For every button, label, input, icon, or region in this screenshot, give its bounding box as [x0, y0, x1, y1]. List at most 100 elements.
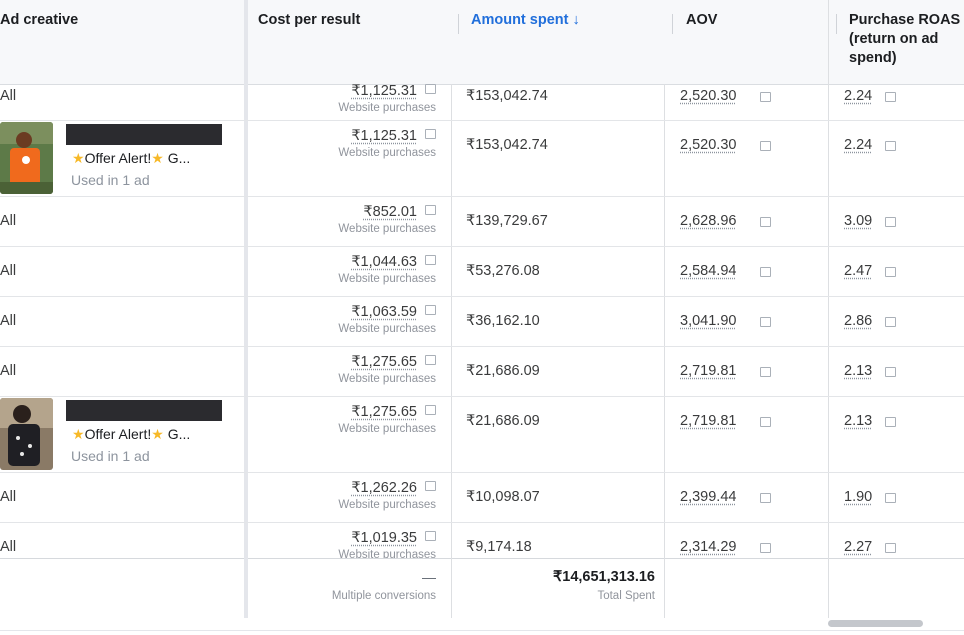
cost-per-result-value[interactable]: ₹1,125.31	[351, 83, 417, 99]
roas-value[interactable]: 2.24	[844, 137, 872, 153]
table-row[interactable]: All ₹852.01 Website purchases ₹139,729.67…	[0, 197, 964, 246]
aov-value[interactable]: 2,628.96	[680, 213, 736, 229]
info-icon[interactable]	[760, 217, 771, 227]
cost-per-result-value[interactable]: ₹1,125.31	[351, 128, 417, 144]
info-icon[interactable]	[425, 304, 436, 315]
info-icon[interactable]	[425, 128, 436, 139]
table-row[interactable]: All ₹1,019.35 Website purchases ₹9,174.18…	[0, 523, 964, 558]
aov-value[interactable]: 2,399.44	[680, 489, 736, 505]
roas-value[interactable]: 2.24	[844, 88, 872, 104]
info-icon[interactable]	[425, 354, 436, 365]
result-type-label: Website purchases	[338, 273, 436, 285]
info-icon[interactable]	[885, 217, 896, 227]
aov-value[interactable]: 2,520.30	[680, 88, 736, 104]
table-row[interactable]: All ₹1,275.65 Website purchases ₹21,686.0…	[0, 347, 964, 396]
total-cost-per-result: —	[422, 569, 436, 585]
info-icon[interactable]	[760, 543, 771, 553]
roas-value[interactable]: 3.09	[844, 213, 872, 229]
horizontal-scrollbar[interactable]	[828, 620, 923, 627]
info-icon[interactable]	[760, 267, 771, 277]
amount-spent-value: ₹153,042.74	[466, 88, 548, 104]
amount-spent-value: ₹21,686.09	[466, 413, 540, 429]
table-row[interactable]: All ₹1,044.63 Website purchases ₹53,276.0…	[0, 247, 964, 296]
cost-per-result-value[interactable]: ₹1,262.26	[351, 480, 417, 496]
aov-value[interactable]: 3,041.90	[680, 313, 736, 329]
ad-creative-all: All	[0, 263, 17, 279]
offer-text: Offer Alert!	[84, 150, 152, 166]
aov-value[interactable]: 2,584.94	[680, 263, 736, 279]
info-icon[interactable]	[760, 367, 771, 377]
table-row[interactable]: All ₹1,125.31 Website purchases ₹153,042.…	[0, 76, 964, 120]
aov-value[interactable]: 2,719.81	[680, 413, 736, 429]
cost-per-result-value[interactable]: ₹852.01	[363, 204, 417, 220]
info-icon[interactable]	[760, 92, 771, 102]
column-divider	[828, 558, 829, 618]
result-type-label: Website purchases	[338, 323, 436, 335]
result-type-label: Website purchases	[338, 373, 436, 385]
info-icon[interactable]	[425, 204, 436, 215]
roas-value[interactable]: 2.47	[844, 263, 872, 279]
ad-creative-all: All	[0, 213, 17, 229]
info-icon[interactable]	[885, 317, 896, 327]
column-resize-handle[interactable]	[836, 14, 837, 34]
info-icon[interactable]	[425, 404, 436, 415]
info-icon[interactable]	[885, 493, 896, 503]
info-icon[interactable]	[760, 141, 771, 151]
info-icon[interactable]	[885, 141, 896, 151]
ad-creative-text[interactable]: ★Offer Alert!★ G...	[72, 426, 190, 443]
column-resize-handle[interactable]	[458, 14, 459, 34]
info-icon[interactable]	[425, 480, 436, 491]
aov-value[interactable]: 2,520.30	[680, 137, 736, 153]
star-icon: ★	[151, 150, 164, 166]
cost-per-result-value[interactable]: ₹1,275.65	[351, 354, 417, 370]
table-row[interactable]: All ₹1,262.26 Website purchases ₹10,098.0…	[0, 473, 964, 522]
ad-creative-text[interactable]: ★Offer Alert!★ G...	[72, 150, 190, 167]
roas-value[interactable]: 2.86	[844, 313, 872, 329]
info-icon[interactable]	[425, 83, 436, 94]
column-resize-handle[interactable]	[672, 14, 673, 34]
ads-report-table: Ad creative Cost per result Amount spent…	[0, 0, 964, 620]
info-icon[interactable]	[885, 267, 896, 277]
cost-per-result-header-label: Cost per result	[258, 12, 361, 28]
offer-text-truncated: G...	[167, 426, 191, 442]
aov-header-label: AOV	[686, 12, 718, 28]
amount-spent-value: ₹139,729.67	[466, 213, 548, 229]
col-header-aov[interactable]: AOV	[686, 0, 816, 84]
table-row[interactable]: ★Offer Alert!★ G... Used in 1 ad ₹1,125.…	[0, 121, 964, 196]
col-header-amount-spent[interactable]: Amount spent ↓	[471, 0, 661, 84]
cost-per-result-value[interactable]: ₹1,019.35	[351, 530, 417, 546]
roas-value[interactable]: 2.13	[844, 363, 872, 379]
roas-value[interactable]: 2.27	[844, 539, 872, 555]
info-icon[interactable]	[760, 493, 771, 503]
info-icon[interactable]	[760, 317, 771, 327]
table-row[interactable]: All ₹1,063.59 Website purchases ₹36,162.1…	[0, 297, 964, 346]
table-row[interactable]: ★Offer Alert!★ G... Used in 1 ad ₹1,275.…	[0, 397, 964, 472]
info-icon[interactable]	[760, 417, 771, 427]
info-icon[interactable]	[885, 417, 896, 427]
ad-creative-header-label: Ad creative	[0, 12, 79, 28]
roas-value[interactable]: 1.90	[844, 489, 872, 505]
aov-value[interactable]: 2,719.81	[680, 363, 736, 379]
result-type-label: Website purchases	[338, 423, 436, 435]
amount-spent-value: ₹53,276.08	[466, 263, 540, 279]
offer-text: Offer Alert!	[84, 426, 152, 442]
col-header-ad-creative[interactable]: Ad creative	[0, 0, 244, 84]
cost-per-result-value[interactable]: ₹1,275.65	[351, 404, 417, 420]
info-icon[interactable]	[885, 543, 896, 553]
col-header-purchase-roas[interactable]: Purchase ROAS (return on ad spend)	[849, 0, 964, 84]
info-icon[interactable]	[885, 92, 896, 102]
cost-per-result-value[interactable]: ₹1,044.63	[351, 254, 417, 270]
ad-thumbnail[interactable]	[0, 122, 53, 194]
col-header-cost-per-result[interactable]: Cost per result	[258, 0, 448, 84]
ad-thumbnail[interactable]	[0, 398, 53, 470]
amount-spent-value: ₹36,162.10	[466, 313, 540, 329]
info-icon[interactable]	[425, 530, 436, 541]
aov-value[interactable]: 2,314.29	[680, 539, 736, 555]
info-icon[interactable]	[425, 254, 436, 265]
frozen-column-divider	[244, 558, 248, 618]
roas-value[interactable]: 2.13	[844, 413, 872, 429]
roas-header-line3: spend)	[849, 50, 897, 66]
info-icon[interactable]	[885, 367, 896, 377]
ad-creative-all: All	[0, 88, 17, 104]
cost-per-result-value[interactable]: ₹1,063.59	[351, 304, 417, 320]
